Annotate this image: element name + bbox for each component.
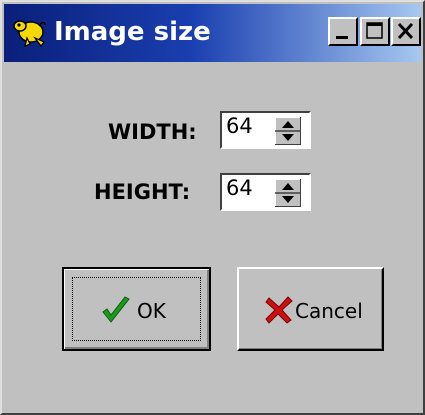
width-spinner[interactable]: 64	[220, 111, 311, 149]
window-title: Image size	[54, 17, 211, 47]
spin-arrows-icon[interactable]	[275, 179, 301, 207]
maximize-icon	[366, 22, 383, 39]
height-spinner[interactable]: 64	[220, 173, 311, 211]
ok-label: OK	[137, 299, 166, 323]
height-label: HEIGHT:	[94, 180, 191, 204]
close-icon	[397, 22, 414, 40]
title-bar[interactable]: Image size	[4, 4, 421, 62]
maximize-button[interactable]	[360, 17, 390, 46]
minimize-button[interactable]	[328, 17, 358, 46]
width-label: WIDTH:	[108, 120, 197, 144]
width-input[interactable]: 64	[226, 114, 253, 138]
close-button[interactable]	[391, 17, 421, 46]
minimize-icon	[336, 36, 348, 39]
yellow-creature-icon	[13, 20, 46, 47]
image-size-dialog: Image size WIDTH: 64 HEIGHT: 64 OK Cance…	[0, 0, 425, 415]
spin-arrows-icon[interactable]	[275, 117, 301, 145]
cancel-label: Cancel	[295, 299, 363, 323]
red-x-icon	[265, 296, 293, 324]
cancel-button[interactable]: Cancel	[237, 267, 384, 351]
ok-button[interactable]: OK	[62, 267, 211, 351]
green-checkmark-icon	[102, 296, 130, 323]
height-input[interactable]: 64	[226, 176, 253, 200]
